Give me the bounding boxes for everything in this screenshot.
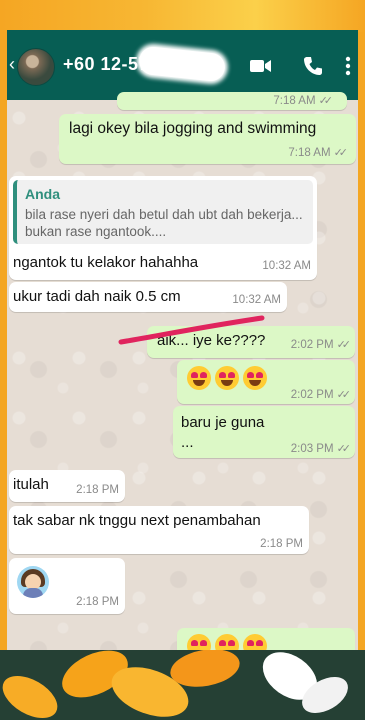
annotation-underline <box>118 315 265 345</box>
message-time: 7:18 AM ✓✓ <box>273 95 334 107</box>
chat-header: ‹ +60 12-57……20 <box>7 30 358 100</box>
heart-eyes-emoji-icon <box>243 366 267 390</box>
message-text: ukur tadi dah naik 0.5 cm <box>13 288 181 305</box>
message-bubble-incoming[interactable]: ukur tadi dah naik 0.5 cm 10:32 AM <box>9 282 287 312</box>
redaction-scribble <box>137 45 227 83</box>
message-time: 10:32 AM <box>232 294 281 306</box>
message-text-continuation: ... <box>181 434 194 451</box>
read-ticks-icon: ✓✓ <box>333 147 349 159</box>
read-ticks-icon: ✓✓ <box>336 339 352 351</box>
chat-window: ‹ +60 12-57……20 7:18 AM ✓✓ lagi okey bila… <box>7 30 358 650</box>
quote-text: bila rase nyeri dah betul dah ubt dah be… <box>25 207 303 239</box>
quoted-message[interactable]: Anda bila rase nyeri dah betul dah ubt d… <box>13 180 313 244</box>
message-time: 2:02 PM ✓✓ <box>290 389 352 401</box>
message-bubble-incoming[interactable]: itulah 2:18 PM <box>9 470 125 502</box>
message-time: 2:18 PM <box>76 596 119 608</box>
message-bubble-incoming-reply[interactable]: Anda bila rase nyeri dah betul dah ubt d… <box>9 176 317 280</box>
message-time: 2:18 PM <box>260 538 303 550</box>
read-ticks-icon: ✓✓ <box>336 389 352 401</box>
message-text: tak sabar nk tnggu next penambahan <box>13 512 261 529</box>
phone-call-icon[interactable] <box>301 54 325 78</box>
message-text: itulah <box>13 476 49 493</box>
menu-dots-icon[interactable] <box>341 54 355 78</box>
person-gesturing-emoji <box>17 566 49 598</box>
message-time: 7:18 AM ✓✓ <box>288 147 349 159</box>
message-bubble-outgoing[interactable]: lagi okey bila jogging and swimming 7:18… <box>59 114 356 164</box>
heart-eyes-emoji-icon <box>215 366 239 390</box>
grinning-emoji-icon <box>187 634 211 650</box>
message-bubble-outgoing-emoji[interactable] <box>177 628 355 650</box>
top-decoration-strip <box>0 0 365 32</box>
message-time: 2:18 PM <box>76 484 119 496</box>
read-ticks-icon: ✓✓ <box>318 95 334 107</box>
bottom-decoration <box>0 650 365 720</box>
message-bubble-incoming[interactable]: tak sabar nk tnggu next penambahan 2:18 … <box>9 506 309 554</box>
video-call-icon[interactable] <box>249 54 273 78</box>
back-arrow-icon[interactable]: ‹ <box>9 54 15 75</box>
grinning-emoji <box>187 634 271 650</box>
message-text: ngantok tu kelakor hahahha <box>13 254 199 271</box>
message-bubble-incoming-sticker[interactable]: 2:18 PM <box>9 558 125 614</box>
message-bubble-outgoing[interactable]: baru je guna ... 2:03 PM ✓✓ <box>173 406 355 458</box>
leaf-decoration <box>0 667 65 720</box>
heart-eyes-emoji-icon <box>187 366 211 390</box>
message-bubble-outgoing[interactable]: 7:18 AM ✓✓ <box>117 92 347 110</box>
grinning-emoji-icon <box>215 634 239 650</box>
quote-author: Anda <box>25 186 60 202</box>
message-time: 2:02 PM ✓✓ <box>290 339 352 351</box>
message-bubble-outgoing-emoji[interactable]: 2:02 PM ✓✓ <box>177 360 355 404</box>
grinning-emoji-icon <box>243 634 267 650</box>
message-time: 2:03 PM ✓✓ <box>290 443 352 455</box>
message-text: lagi okey bila jogging and swimming <box>69 120 317 137</box>
read-ticks-icon: ✓✓ <box>336 443 352 455</box>
avatar[interactable] <box>17 48 55 86</box>
message-text: baru je guna <box>181 414 265 431</box>
heart-eyes-emoji <box>187 366 271 390</box>
message-time: 10:32 AM <box>262 260 311 272</box>
